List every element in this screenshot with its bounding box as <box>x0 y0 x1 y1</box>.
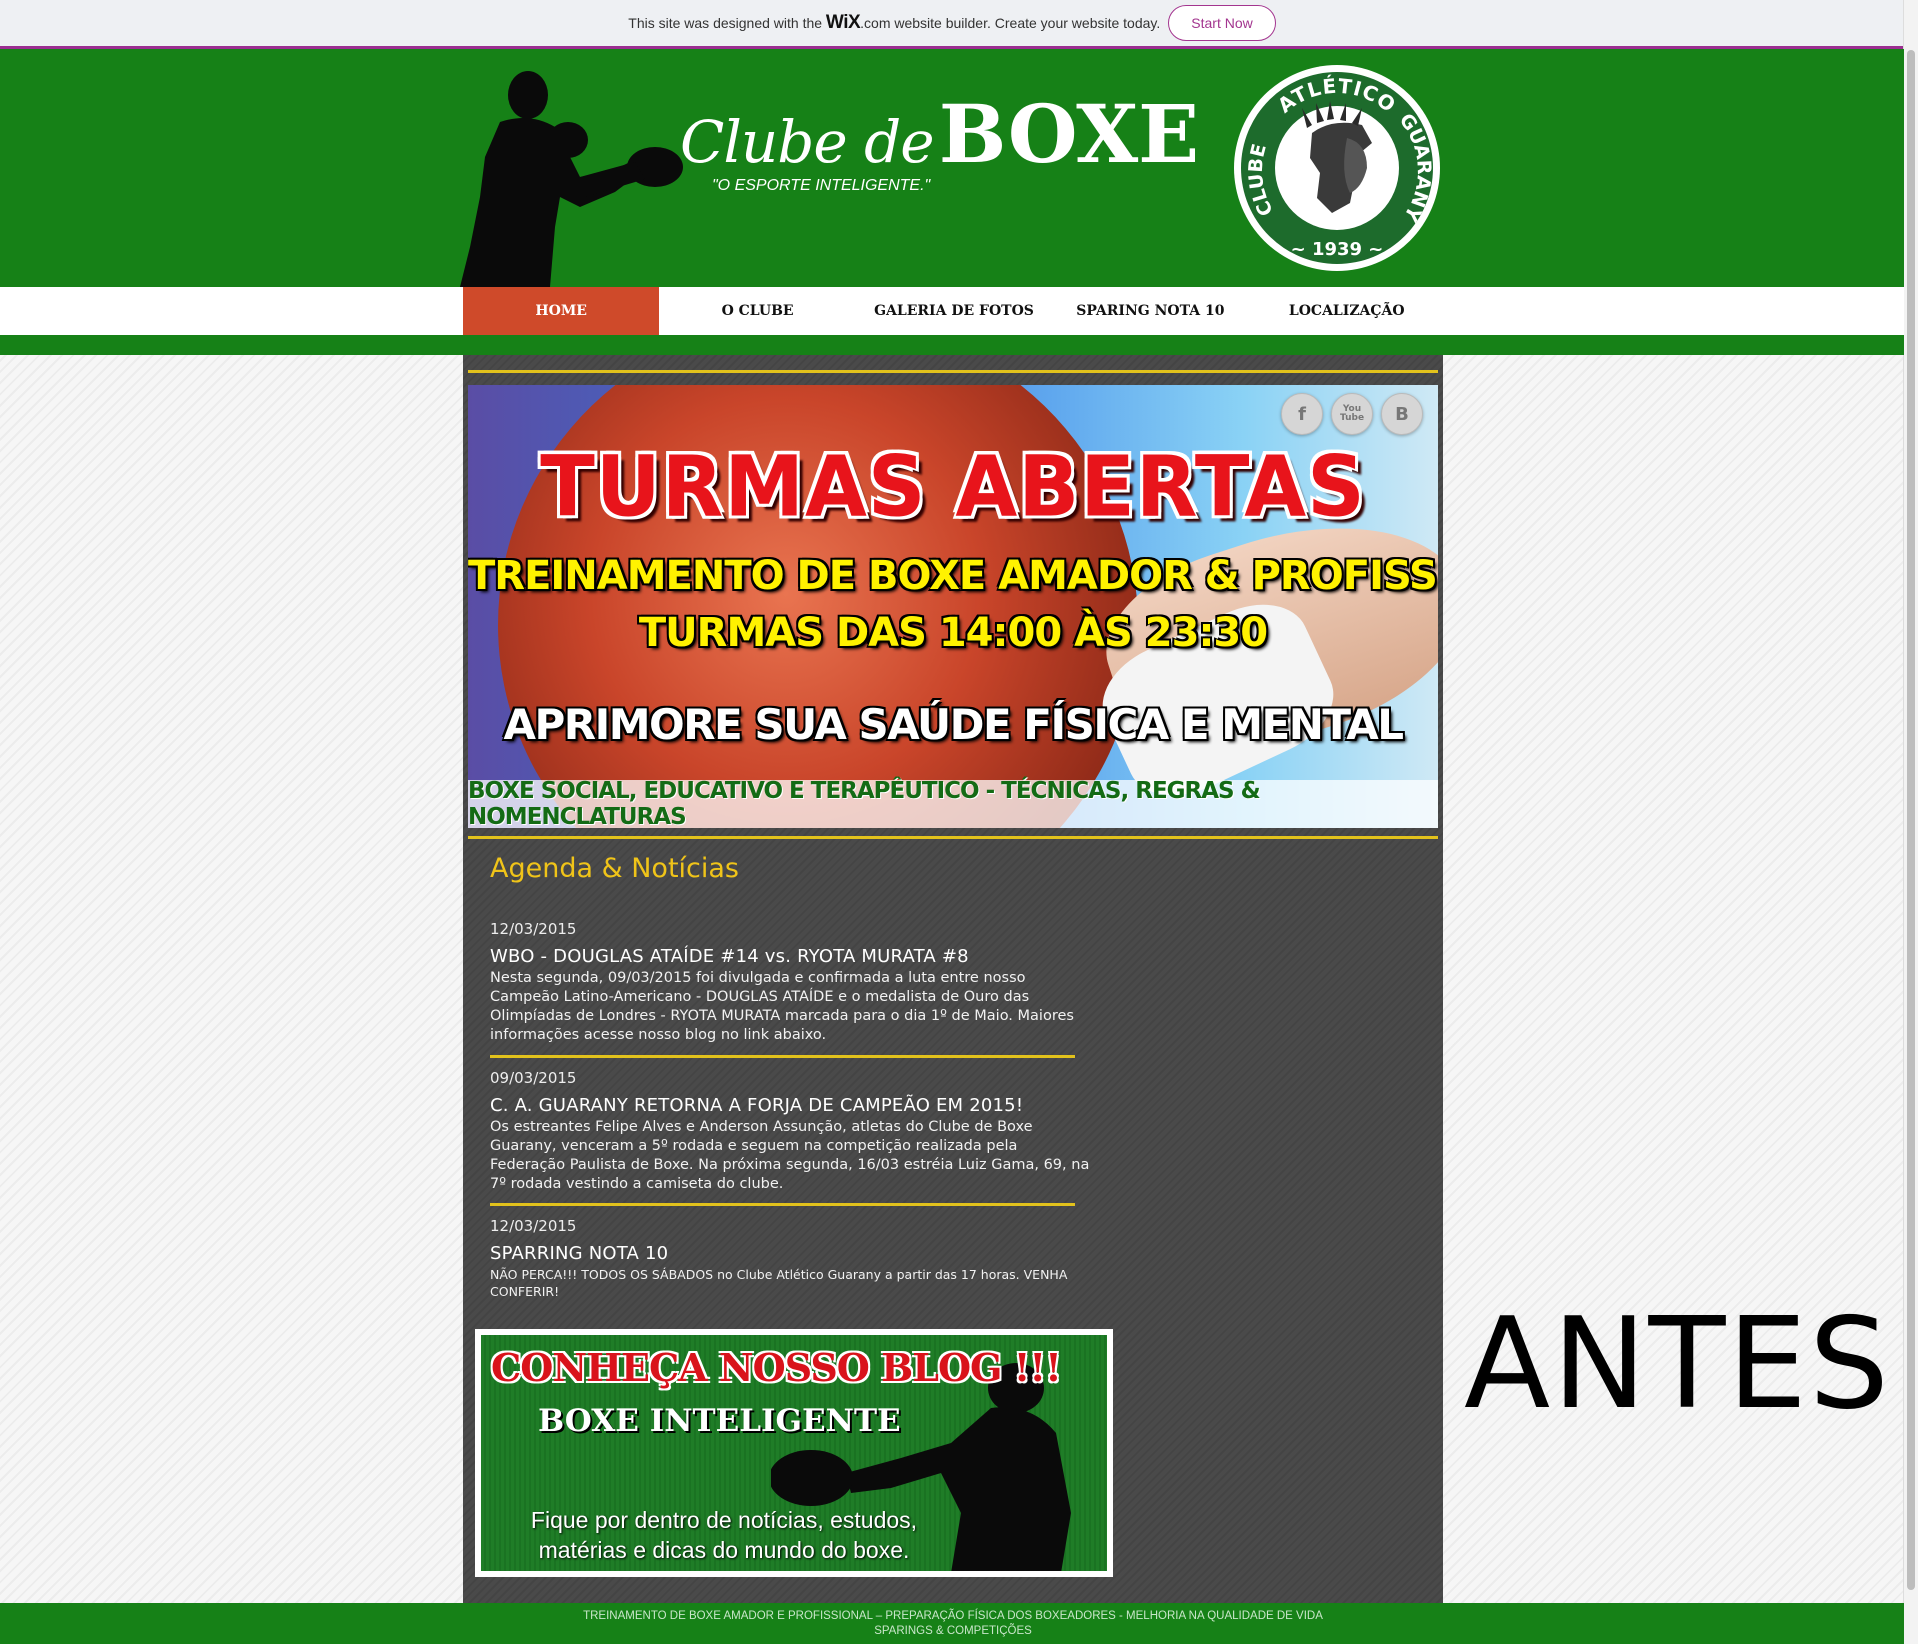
nav-items: HOME O CLUBE GALERIA DE FOTOS SPARING NO… <box>463 287 1445 335</box>
news-date: 12/03/2015 <box>490 1217 577 1235</box>
footer-line-1: TREINAMENTO DE BOXE AMADOR E PROFISSIONA… <box>583 1610 1323 1622</box>
divider-hero-bottom <box>468 836 1438 839</box>
wix-banner-message: This site was designed with the WiX.com … <box>628 12 1160 34</box>
wix-banner: This site was designed with the WiX.com … <box>0 0 1904 49</box>
main-content: TURMAS ABERTAS TREINAMENTO DE BOXE AMADO… <box>463 355 1443 1603</box>
footer-text: TREINAMENTO DE BOXE AMADOR E PROFISSIONA… <box>463 1609 1443 1639</box>
nav-item-home[interactable]: HOME <box>463 287 660 335</box>
hero-title: TURMAS ABERTAS <box>540 437 1366 536</box>
hero-line-training: TREINAMENTO DE BOXE AMADOR & PROFISSIONA… <box>468 553 1438 599</box>
nav-item-galeria-de-fotos[interactable]: GALERIA DE FOTOS <box>856 287 1052 335</box>
news-headline[interactable]: C. A. GUARANY RETORNA A FORJA DE CAMPEÃO… <box>490 1095 1090 1116</box>
blogger-icon[interactable]: B <box>1381 393 1423 435</box>
site-title-script: Clube de <box>680 108 935 176</box>
facebook-icon[interactable]: f <box>1281 393 1323 435</box>
nav-item-sparing-nota-10[interactable]: SPARING NOTA 10 <box>1052 287 1248 335</box>
blog-description: Fique por dentro de notícias, estudos, m… <box>530 1507 918 1563</box>
news-item: 12/03/2015 SPARRING NOTA 10 NÃO PERCA!!!… <box>490 1217 1090 1300</box>
news-item: 09/03/2015 C. A. GUARANY RETORNA A FORJA… <box>490 1069 1090 1194</box>
news-section-title: Agenda & Notícias <box>490 853 739 884</box>
news-body: NÃO PERCA!!! TODOS OS SÁBADOS no Clube A… <box>490 1267 1068 1299</box>
club-crest-logo: ATLÉTICO CLUBE GUARANY ~ 1939 ~ <box>1234 65 1440 271</box>
blog-banner[interactable]: CONHEÇA NOSSO BLOG !!! BOXE INTELIGENTE … <box>475 1329 1113 1577</box>
site-title[interactable]: Clube de BOXE <box>680 87 1199 181</box>
blog-title: CONHEÇA NOSSO BLOG !!! <box>491 1345 1062 1390</box>
nav-item-localizacao[interactable]: LOCALIZAÇÃO <box>1249 287 1445 335</box>
news-divider <box>490 1055 1075 1058</box>
news-date: 12/03/2015 <box>490 920 577 938</box>
news-date: 09/03/2015 <box>490 1069 577 1087</box>
svg-text:~ 1939 ~: ~ 1939 ~ <box>1291 239 1384 260</box>
blog-subtitle: BOXE INTELIGENTE <box>538 1403 901 1439</box>
hero-line-schedule: TURMAS DAS 14:00 ÀS 23:30 <box>638 610 1268 656</box>
annotation-label: ANTES <box>1464 1290 1892 1437</box>
nav-item-o-clube[interactable]: O CLUBE <box>659 287 855 335</box>
site-title-bold: BOXE <box>938 87 1200 181</box>
divider-top <box>468 370 1438 373</box>
main-nav: HOME O CLUBE GALERIA DE FOTOS SPARING NO… <box>0 287 1904 335</box>
wix-logo[interactable]: WiX <box>826 12 861 33</box>
site-header: Clube de BOXE "O ESPORTE INTELIGENTE." A… <box>0 49 1904 287</box>
hero-bottom-caption: BOXE SOCIAL, EDUCATIVO E TERAPÊUTICO - T… <box>468 778 1438 828</box>
wix-message-suffix: .com website builder. Create your websit… <box>860 15 1161 31</box>
start-now-button[interactable]: Start Now <box>1168 5 1276 41</box>
news-headline[interactable]: WBO - DOUGLAS ATAÍDE #14 vs. RYOTA MURAT… <box>490 946 1090 967</box>
news-divider <box>490 1203 1075 1206</box>
news-item: 12/03/2015 WBO - DOUGLAS ATAÍDE #14 vs. … <box>490 920 1090 1045</box>
hero-banner[interactable]: TURMAS ABERTAS TREINAMENTO DE BOXE AMADO… <box>468 385 1438 828</box>
footer-line-2: SPARINGS & COMPETIÇÕES <box>874 1625 1032 1637</box>
hero-line-health: APRIMORE SUA SAÚDE FÍSICA E MENTAL <box>503 700 1404 749</box>
site-footer: TREINAMENTO DE BOXE AMADOR E PROFISSIONA… <box>0 1603 1904 1644</box>
wix-message-prefix: This site was designed with the <box>628 15 826 31</box>
news-body: Nesta segunda, 09/03/2015 foi divulgada … <box>490 970 1074 1043</box>
blog-banner-inner: CONHEÇA NOSSO BLOG !!! BOXE INTELIGENTE … <box>481 1335 1107 1571</box>
news-headline[interactable]: SPARRING NOTA 10 <box>490 1243 1090 1264</box>
site-tagline: "O ESPORTE INTELIGENTE." <box>712 177 931 194</box>
scrollbar-thumb[interactable] <box>1907 50 1915 1590</box>
youtube-icon[interactable]: You Tube <box>1331 393 1373 435</box>
boxer-silhouette-icon <box>460 71 683 287</box>
header-green-strip <box>0 335 1904 355</box>
news-body: Os estreantes Felipe Alves e Anderson As… <box>490 1119 1090 1192</box>
scrollbar-track[interactable] <box>1903 0 1918 1644</box>
